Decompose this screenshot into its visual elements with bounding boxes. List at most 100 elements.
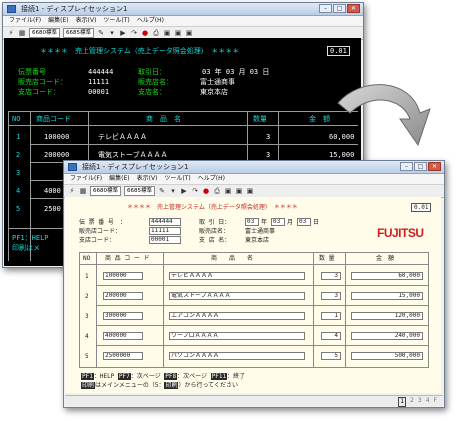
date-month-field[interactable]: 03: [271, 218, 285, 226]
screen2-icon[interactable]: ▣: [235, 186, 243, 196]
row-name-field[interactable]: ワープロＡＡＡＡ: [169, 332, 305, 340]
minimize-button[interactable]: –: [319, 4, 332, 13]
page-4[interactable]: 4: [426, 397, 430, 407]
print-key[interactable]: 印刷: [81, 382, 96, 389]
screen1-icon[interactable]: ▣: [224, 186, 232, 196]
wrench-icon[interactable]: ✎: [97, 28, 105, 38]
screen1-icon[interactable]: ▣: [163, 28, 171, 38]
row-qty-field[interactable]: 3: [321, 272, 341, 280]
keypad-icon[interactable]: ▦: [79, 186, 87, 196]
screen3-icon[interactable]: ▣: [246, 186, 254, 196]
seller-name-label: 販売店名：: [199, 228, 230, 235]
record-icon[interactable]: ●: [202, 186, 210, 196]
row-name-field[interactable]: 電気ストーブＡＡＡＡ: [169, 292, 305, 300]
step-icon[interactable]: ↷: [130, 28, 138, 38]
row-name-field[interactable]: パソコンＡＡＡＡ: [169, 352, 305, 360]
row-qty-field[interactable]: 5: [321, 352, 341, 360]
row-name-field[interactable]: テレビＡＡＡＡ: [169, 272, 305, 280]
play-icon[interactable]: ▶: [180, 186, 188, 196]
page-2[interactable]: 2: [410, 397, 414, 407]
screen2-icon[interactable]: ▣: [174, 28, 182, 38]
page-3[interactable]: 3: [418, 397, 422, 407]
row-amount-field[interactable]: 500,000: [351, 352, 423, 360]
row-no: 2: [85, 293, 89, 300]
seller-code-field[interactable]: 11111: [149, 227, 181, 235]
menu-edit[interactable]: 編集(E): [109, 174, 129, 184]
pf-line2: 印刷はメ: [12, 244, 40, 252]
row-no: 5: [16, 205, 21, 213]
menu-tools[interactable]: ツール(T): [164, 174, 190, 184]
row-qty-field[interactable]: 4: [321, 332, 341, 340]
row-amount-field[interactable]: 240,000: [351, 332, 423, 340]
seller-code-label: 販売店コード：: [79, 228, 122, 235]
page-f[interactable]: F: [434, 397, 437, 407]
record-icon[interactable]: ●: [141, 28, 149, 38]
row-no: 4: [16, 187, 21, 195]
menu-help[interactable]: ヘルプ(H): [198, 174, 225, 184]
date-label: 取 引 日：: [199, 219, 231, 226]
row-no: 4: [85, 333, 89, 340]
keypad-icon[interactable]: ▦: [18, 28, 26, 38]
play-icon[interactable]: ▶: [119, 28, 127, 38]
close-button[interactable]: ✕: [428, 162, 441, 171]
pf1-key[interactable]: PF1: [81, 373, 94, 380]
table-header-line: [79, 264, 429, 265]
menu-edit[interactable]: 編集(E): [48, 16, 68, 26]
row-name-field[interactable]: エアコンＡＡＡＡ: [169, 312, 305, 320]
row-amount-field[interactable]: 15,000: [351, 292, 423, 300]
row-code-field[interactable]: 100000: [103, 272, 143, 280]
col-amount: 金 額: [309, 115, 330, 123]
minimize-button[interactable]: –: [400, 162, 413, 171]
wrench-icon[interactable]: ✎: [158, 186, 166, 196]
dropdown-icon[interactable]: ▾: [169, 186, 177, 196]
col-amount: 金 額: [376, 255, 395, 262]
print-icon[interactable]: ⎙: [213, 186, 221, 196]
menu-file[interactable]: ファイル(F): [9, 16, 41, 26]
dropdown-icon[interactable]: ▾: [108, 28, 116, 38]
menu-view[interactable]: 表示(V): [76, 16, 97, 26]
date-day-field[interactable]: 03: [297, 218, 311, 226]
row-amount-field[interactable]: 120,000: [351, 312, 423, 320]
screen3-icon[interactable]: ▣: [185, 28, 193, 38]
print-icon[interactable]: ⎙: [152, 28, 160, 38]
back-window-titlebar[interactable]: 接続1 - ディスプレイセッション1 – □ ✕: [3, 3, 363, 16]
maximize-button[interactable]: □: [333, 4, 346, 13]
print-key-2[interactable]: 印刷: [164, 382, 179, 389]
pf1-text: ：HELP: [93, 373, 115, 380]
maximize-button[interactable]: □: [414, 162, 427, 171]
pf8-key[interactable]: PF8: [164, 373, 178, 380]
invoice-field[interactable]: 444444: [149, 218, 181, 226]
row-code-field[interactable]: 200000: [103, 292, 143, 300]
app-icon: [68, 163, 77, 171]
close-button[interactable]: ✕: [347, 4, 360, 13]
row-qty: 3: [266, 151, 271, 159]
lightning-icon[interactable]: ⚡: [7, 28, 15, 38]
font-select[interactable]: 6685標準: [63, 28, 94, 38]
step-icon[interactable]: ↷: [191, 186, 199, 196]
row-code-field[interactable]: 2500000: [103, 352, 143, 360]
row-no: 2: [16, 151, 21, 159]
row-qty-field[interactable]: 3: [321, 292, 341, 300]
pf11-key[interactable]: PF11: [210, 373, 228, 380]
menu-file[interactable]: ファイル(F): [70, 174, 102, 184]
menu-view[interactable]: 表示(V): [137, 174, 158, 184]
page-1[interactable]: 1: [398, 397, 407, 407]
front-window-titlebar[interactable]: 接続1 - ディスプレイセッション1 – □ ✕: [64, 161, 444, 174]
menu-tools[interactable]: ツール(T): [103, 16, 129, 26]
row-code-field[interactable]: 400000: [103, 332, 143, 340]
menu-help[interactable]: ヘルプ(H): [137, 16, 164, 26]
print-text-2: ）から行ってください: [178, 382, 238, 389]
keyboard-select[interactable]: 6680標準: [29, 28, 60, 38]
row-qty-field[interactable]: 1: [321, 312, 341, 320]
date-year-field[interactable]: 03: [245, 218, 259, 226]
branch-code-field[interactable]: 00001: [149, 236, 181, 244]
lightning-icon[interactable]: ⚡: [68, 186, 76, 196]
row-no: 5: [85, 353, 89, 360]
pf7-key[interactable]: PF7: [117, 373, 131, 380]
row-code-field[interactable]: 300000: [103, 312, 143, 320]
front-statusbar: 1 2 3 4 F: [65, 395, 443, 407]
row-amount-field[interactable]: 60,000: [351, 272, 423, 280]
table-top-line: [79, 252, 429, 253]
font-select[interactable]: 6685標準: [124, 186, 155, 196]
keyboard-select[interactable]: 6680標準: [90, 186, 121, 196]
